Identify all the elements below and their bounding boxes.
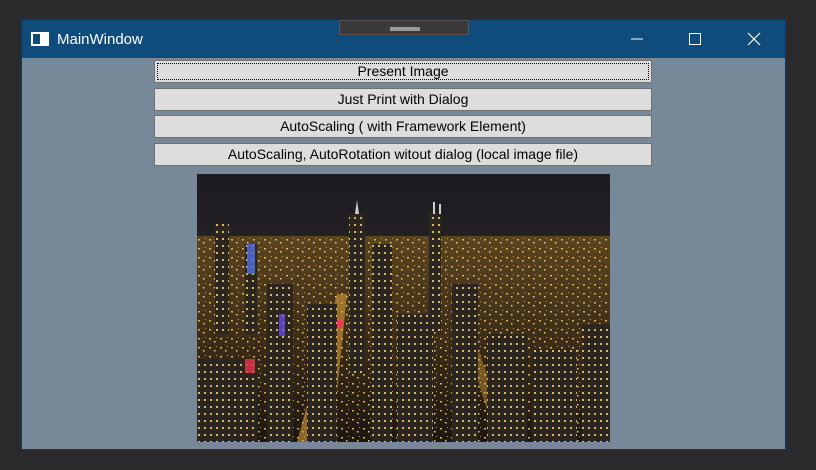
autoscaling-autorotation-button[interactable]: AutoScaling, AutoRotation witout dialog … (154, 143, 652, 166)
window-title: MainWindow (57, 31, 143, 48)
grip-icon (390, 27, 420, 29)
maximize-button[interactable] (666, 20, 724, 58)
autoscaling-framework-button[interactable]: AutoScaling ( with Framework Element) (154, 115, 652, 138)
button-label: AutoScaling ( with Framework Element) (280, 118, 526, 134)
focus-indicator (157, 63, 649, 80)
window-app-icon (31, 32, 49, 46)
minimize-button[interactable] (608, 20, 666, 58)
close-icon (747, 32, 761, 46)
present-image-button[interactable]: Present Image (154, 60, 652, 83)
button-label: Just Print with Dialog (337, 91, 469, 107)
print-with-dialog-button[interactable]: Just Print with Dialog (154, 88, 652, 111)
button-label: AutoScaling, AutoRotation witout dialog … (227, 146, 579, 162)
city-night-image (197, 174, 610, 442)
close-button[interactable] (725, 20, 783, 58)
minimize-icon (631, 38, 643, 40)
maximize-icon (689, 33, 701, 45)
main-window: MainWindow Present Image Just Print with… (22, 20, 785, 449)
client-area: Present Image Just Print with Dialog Aut… (22, 58, 785, 449)
snap-layout-handle[interactable] (339, 20, 469, 35)
